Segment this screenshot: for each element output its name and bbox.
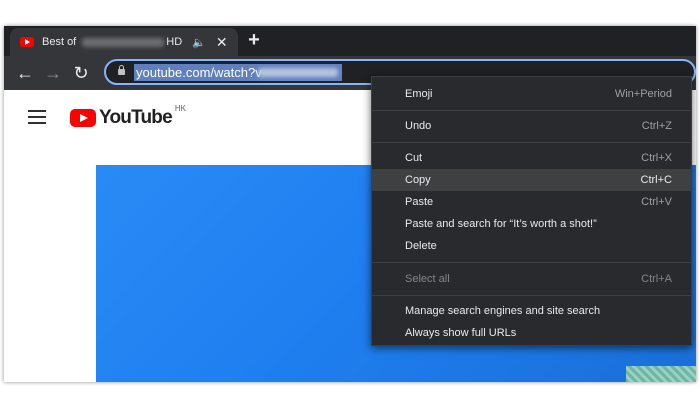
menu-item-shortcut: Ctrl+A [641, 273, 672, 285]
forward-button[interactable]: → [42, 62, 64, 84]
youtube-play-icon [70, 109, 96, 127]
browser-tab[interactable]: Best of HD 🔈 ✕ [10, 28, 238, 56]
menu-item-label: Delete [405, 240, 437, 252]
menu-item-manage-search-engines[interactable]: Manage search engines and site search [372, 300, 691, 322]
youtube-wordmark: YouTube [99, 107, 173, 128]
menu-item-label: Paste and search for “It’s worth a shot!… [405, 218, 597, 230]
menu-item-always-show-full-urls[interactable]: Always show full URLs [372, 322, 691, 344]
menu-item-label: Select all [405, 273, 450, 285]
menu-item-select-all[interactable]: Select all Ctrl+A [372, 268, 691, 290]
lock-icon[interactable] [118, 65, 125, 75]
menu-item-shortcut: Ctrl+X [641, 152, 672, 164]
tab-strip: Best of HD 🔈 ✕ + [4, 26, 696, 56]
context-menu: Emoji Win+Period Undo Ctrl+Z Cut Ctrl+X … [371, 76, 692, 346]
menu-separator [372, 262, 691, 263]
video-frame-detail [626, 366, 696, 382]
menu-item-emoji[interactable]: Emoji Win+Period [372, 83, 691, 105]
url-redacted [258, 68, 338, 77]
hamburger-menu-icon[interactable] [28, 110, 46, 124]
menu-item-label: Cut [405, 152, 423, 164]
close-tab-icon[interactable]: ✕ [216, 34, 228, 51]
speaker-icon[interactable]: 🔈 [192, 36, 206, 49]
youtube-favicon-icon [20, 37, 34, 47]
new-tab-button[interactable]: + [244, 29, 264, 52]
hamburger-line [28, 122, 46, 124]
region-code: HK [174, 103, 186, 113]
menu-item-delete[interactable]: Delete [372, 235, 691, 257]
menu-item-paste[interactable]: Paste Ctrl+V [372, 191, 691, 213]
menu-item-label: Paste [405, 196, 434, 208]
menu-item-label: Manage search engines and site search [405, 305, 601, 317]
menu-item-cut[interactable]: Cut Ctrl+X [372, 147, 691, 169]
menu-item-undo[interactable]: Undo Ctrl+Z [372, 115, 691, 137]
browser-window: Best of HD 🔈 ✕ + ← → ↻ youtube.com/watch… [4, 26, 696, 382]
menu-separator [372, 295, 691, 296]
menu-item-label: Always show full URLs [405, 327, 517, 339]
menu-item-label: Copy [405, 174, 431, 186]
menu-item-shortcut: Ctrl+V [641, 196, 672, 208]
youtube-logo[interactable]: YouTube HK [70, 103, 186, 129]
menu-item-copy[interactable]: Copy Ctrl+C [372, 169, 691, 191]
reload-button[interactable]: ↻ [70, 62, 92, 84]
hamburger-line [28, 116, 46, 118]
menu-item-paste-and-search[interactable]: Paste and search for “It’s worth a shot!… [372, 213, 691, 235]
hamburger-line [28, 110, 46, 112]
menu-item-shortcut: Ctrl+Z [641, 120, 672, 132]
tab-title-redacted [82, 37, 165, 47]
menu-item-shortcut: Ctrl+C [640, 174, 672, 186]
menu-item-label: Undo [405, 120, 432, 132]
menu-item-label: Emoji [405, 88, 433, 100]
menu-separator [372, 110, 691, 111]
menu-item-shortcut: Win+Period [614, 88, 672, 100]
tab-title-suffix: HD [166, 36, 183, 48]
url-text[interactable]: youtube.com/watch?v [136, 64, 262, 81]
back-button[interactable]: ← [14, 62, 36, 84]
menu-separator [372, 142, 691, 143]
tab-title-prefix: Best of [42, 36, 77, 48]
